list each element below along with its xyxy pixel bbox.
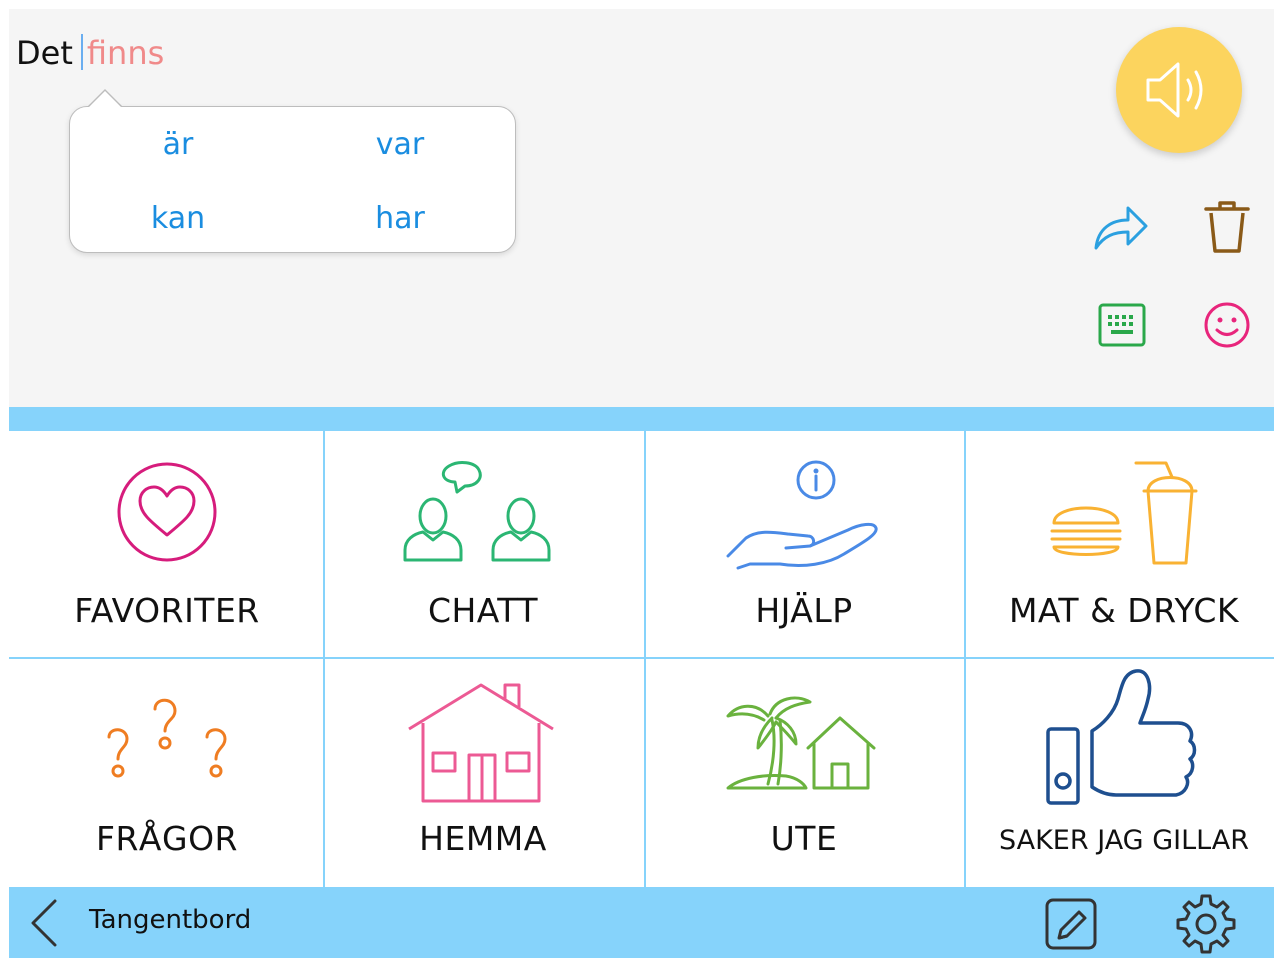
island-icon [726,696,876,790]
chat-people-icon [403,461,551,562]
pencil-icon [1045,898,1097,950]
category-chatt[interactable]: CHATT [325,431,641,659]
category-saker-jag-gillar[interactable]: SAKER JAG GILLAR [966,659,1274,887]
category-fragor[interactable]: FRÅGOR [9,659,325,887]
category-label: CHATT [427,591,539,630]
message-area[interactable]: Det finns är var kan har [9,9,1274,407]
bottom-bar: Tangentbord [9,887,1274,958]
thumbs-up-icon [1046,669,1197,805]
bar-title[interactable]: Tangentbord [89,905,251,935]
category-label: UTE [770,819,838,858]
heart-icon [117,462,217,562]
trash-icon [1204,201,1250,253]
category-label: FRÅGOR [96,819,238,858]
category-favoriter[interactable]: FAVORITER [9,431,325,659]
category-label: HEMMA [419,819,547,858]
settings-button[interactable] [1173,893,1239,955]
app-window: Det finns är var kan har FAVORITER CHATT… [0,0,1274,958]
category-hemma[interactable]: HEMMA [325,659,641,887]
message-words: Det [16,34,73,72]
suggestion-4[interactable]: har [320,194,480,244]
category-ute[interactable]: UTE [646,659,962,887]
back-button[interactable] [19,895,69,951]
chevron-left-icon [31,899,57,947]
category-label: MAT & DRYCK [1008,591,1240,630]
text-caret [80,34,83,70]
suggestion-2[interactable]: var [320,120,480,170]
speaker-icon [1146,62,1203,118]
category-label: FAVORITER [74,591,260,630]
share-arrow-icon [1094,206,1148,250]
smiley-icon [1204,302,1250,348]
pending-word: finns [86,34,165,72]
house-icon [408,683,554,803]
burger-drink-icon [1050,461,1198,565]
word-suggestion-popover: är var kan har [69,106,516,253]
category-label: SAKER JAG GILLAR [998,825,1250,856]
category-grid: FAVORITER CHATT HJÄLP MAT & DRYCK FRÅGOR… [9,431,1274,887]
share-button[interactable] [1091,197,1151,257]
category-mat-dryck[interactable]: MAT & DRYCK [966,431,1274,659]
suggestion-popover-arrow-fill [88,91,122,108]
suggestion-1[interactable]: är [98,120,258,170]
message-text[interactable]: Det finns [16,33,164,73]
keyboard-icon [1098,303,1146,347]
help-hand-icon [726,460,878,570]
category-hjalp[interactable]: HJÄLP [646,431,962,659]
category-label: HJÄLP [755,591,853,630]
divider-band [9,407,1274,431]
delete-button[interactable] [1197,197,1257,257]
gear-icon [1176,894,1236,954]
question-marks-icon [107,698,227,778]
suggestion-3[interactable]: kan [98,194,258,244]
speak-button[interactable] [1116,27,1242,153]
emoji-button[interactable] [1197,295,1257,355]
keyboard-button[interactable] [1092,295,1152,355]
edit-button[interactable] [1043,896,1099,952]
